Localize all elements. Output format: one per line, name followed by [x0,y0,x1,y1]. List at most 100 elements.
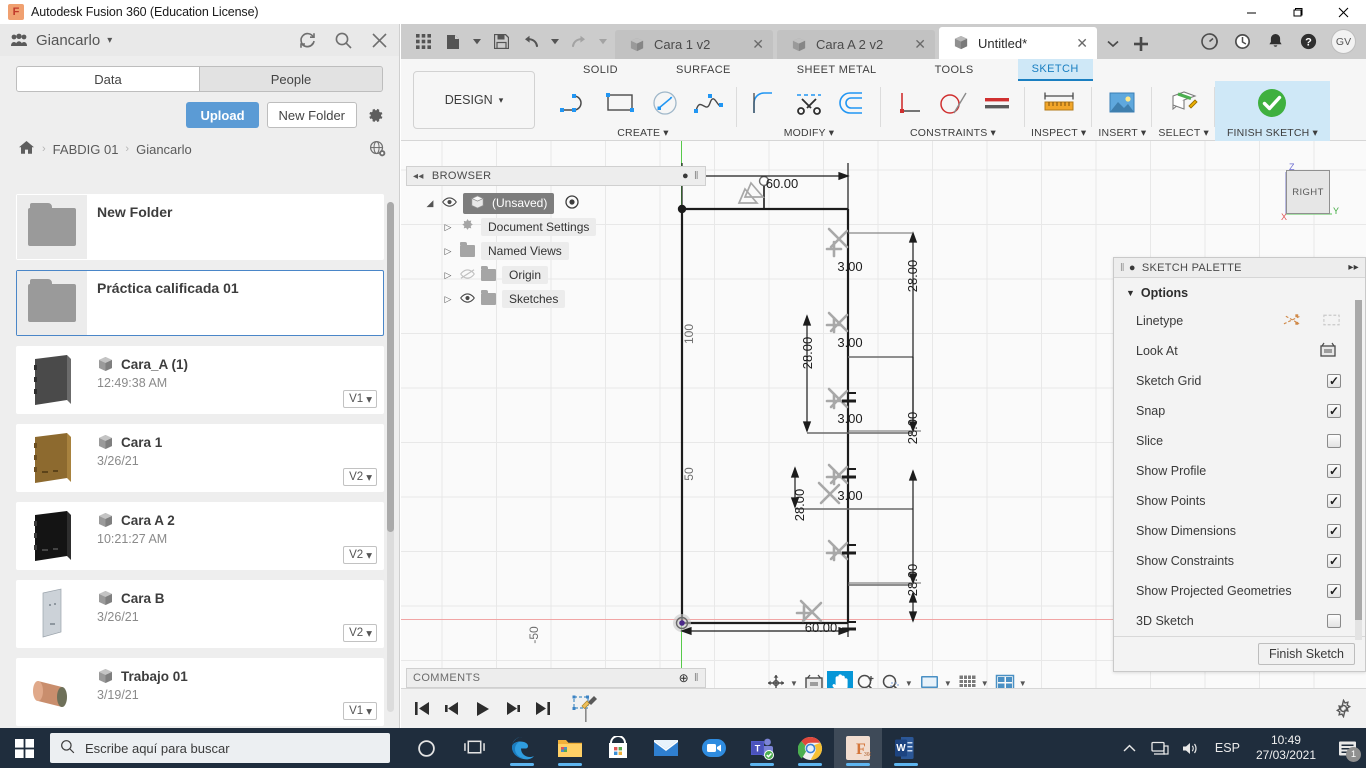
perpendicular-icon[interactable] [887,84,931,122]
finish-sketch-button[interactable]: Finish Sketch [1257,643,1355,665]
tree-node-origin[interactable]: ▷ Origin [406,263,706,287]
undo-icon[interactable] [517,27,545,57]
account-name[interactable]: Giancarlo [36,32,100,49]
resize-grip-icon[interactable]: ‖ [1120,262,1125,274]
mail-icon[interactable] [642,728,690,768]
document-tab-untitled[interactable]: Untitled* ✕ [939,27,1097,59]
step-back-icon[interactable] [441,697,463,721]
equal-icon[interactable] [975,84,1019,122]
view-cube-face-right[interactable]: RIGHT [1286,170,1330,214]
file-list-scrollbar[interactable] [387,202,394,712]
chevron-down-icon[interactable]: ▼ [981,679,989,688]
sketch-grid-checkbox[interactable] [1327,374,1341,388]
search-input[interactable]: Escribe aquí para buscar [50,733,390,763]
sketch-feature-icon[interactable] [571,695,601,722]
task-view-icon[interactable] [450,728,498,768]
visibility-eye-icon[interactable] [460,292,475,306]
scrollbar-thumb[interactable] [387,202,394,532]
list-item[interactable]: Práctica calificada 01 [16,270,384,336]
ribbon-group-label[interactable]: MODIFY ▾ [784,127,835,139]
measure-icon[interactable] [1037,84,1081,122]
jump-end-icon[interactable] [531,697,553,721]
maximize-button[interactable] [1274,0,1320,24]
help-icon[interactable]: ? [1293,27,1323,57]
offset-icon[interactable] [831,84,875,122]
show-hidden-icons-icon[interactable] [1115,728,1145,768]
tab-sketch[interactable]: SKETCH [1017,59,1093,81]
trim-icon[interactable] [787,84,831,122]
expand-triangle-icon[interactable]: ▷ [442,294,454,305]
minimize-button[interactable] [1228,0,1274,24]
new-document-caret-icon[interactable] [469,27,485,57]
tree-node-sketches[interactable]: ▷ Sketches [406,287,706,311]
redo-icon[interactable] [565,27,593,57]
ribbon-group-label[interactable]: SELECT ▾ [1158,127,1209,139]
avatar[interactable]: GV [1331,29,1356,54]
list-item[interactable]: New Folder [16,194,384,260]
version-badge[interactable]: V2 ▾ [343,546,377,564]
action-center-icon[interactable]: 1 [1328,728,1366,768]
breadcrumb-item-project[interactable]: FABDIG 01 [53,142,119,157]
google-chrome-icon[interactable] [786,728,834,768]
linetype-center-icon[interactable] [1322,312,1341,331]
tab-solid[interactable]: SOLID [569,59,632,81]
tab-people[interactable]: People [199,67,382,91]
tab-data[interactable]: Data [17,67,199,91]
version-badge[interactable]: V1 ▾ [343,390,377,408]
language-indicator[interactable]: ESP [1205,741,1250,755]
line-icon[interactable] [555,84,599,122]
circle-icon[interactable] [643,84,687,122]
globe-share-icon[interactable] [369,140,387,158]
ribbon-group-label[interactable]: INSERT ▾ [1098,127,1146,139]
jump-start-icon[interactable] [411,697,433,721]
gear-icon[interactable] [365,105,385,125]
volume-icon[interactable] [1175,728,1205,768]
microsoft-teams-icon[interactable]: T [738,728,786,768]
version-badge[interactable]: V2 ▾ [343,468,377,486]
tree-node-unsaved[interactable]: ◢ (Unsaved) [406,191,706,215]
document-tab-cara-a-2[interactable]: Cara A 2 v2 ✕ [777,30,935,59]
chevron-down-icon[interactable]: ▼ [1019,679,1027,688]
clock[interactable]: 10:49 27/03/2021 [1250,733,1328,763]
file-explorer-icon[interactable] [546,728,594,768]
look-at-icon[interactable] [1319,342,1341,361]
undo-caret-icon[interactable] [547,27,563,57]
close-panel-icon[interactable] [369,30,389,50]
expand-triangle-icon[interactable]: ◢ [424,198,436,209]
close-icon[interactable]: ✕ [1066,35,1088,52]
recent-icon[interactable] [1227,27,1257,57]
list-item[interactable]: Cara 1 3/26/21 V2 ▾ [16,424,384,492]
upload-button[interactable]: Upload [186,102,259,128]
visibility-eye-off-icon[interactable] [460,268,475,282]
palette-section-title[interactable]: ▼ Options [1114,286,1365,306]
windows-logo-icon[interactable] [0,728,48,768]
check-circle-icon[interactable] [1250,84,1294,122]
comments-panel[interactable]: COMMENTS ⊕ ‖ [406,668,706,688]
timeline-settings-gear-icon[interactable] [1332,698,1354,720]
show-points-checkbox[interactable] [1327,494,1341,508]
collapse-icon[interactable]: ◂◂ [413,171,424,182]
snap-checkbox[interactable] [1327,404,1341,418]
cortana-circle-icon[interactable] [402,728,450,768]
expand-triangle-icon[interactable]: ▷ [442,246,454,257]
tab-sheet-metal[interactable]: SHEET METAL [783,59,891,81]
chevron-down-icon[interactable]: ▼ [905,679,913,688]
apps-grid-icon[interactable] [409,27,437,57]
linetype-construction-icon[interactable] [1283,312,1302,331]
palette-scrollbar[interactable] [1355,300,1362,640]
zoom-icon[interactable] [690,728,738,768]
show-constraints-checkbox[interactable] [1327,554,1341,568]
tab-overflow-icon[interactable] [1099,29,1127,59]
step-forward-icon[interactable] [501,697,523,721]
ribbon-group-label[interactable]: CREATE ▾ [617,127,669,139]
refresh-icon[interactable] [297,30,317,50]
list-item[interactable]: Cara B 3/26/21 V2 ▾ [16,580,384,648]
workspace-selector[interactable]: DESIGN ▾ [413,71,535,129]
new-document-icon[interactable] [439,27,467,57]
redo-caret-icon[interactable] [595,27,611,57]
version-badge[interactable]: V1 ▾ [343,702,377,720]
close-icon[interactable]: ✕ [904,36,926,53]
list-item[interactable]: Cara A 2 10:21:27 AM V2 ▾ [16,502,384,570]
show-dimensions-checkbox[interactable] [1327,524,1341,538]
file-list[interactable]: New Folder Práctica calificada 01 Cara_A… [0,194,400,752]
